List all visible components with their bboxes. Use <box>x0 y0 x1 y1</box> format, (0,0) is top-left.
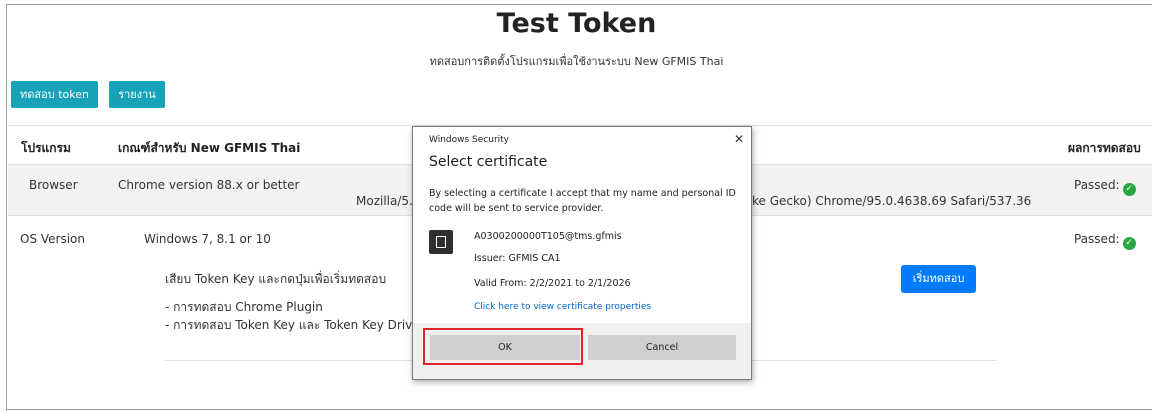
check-circle-icon: ✓ <box>1122 183 1136 196</box>
header-criteria: เกณฑ์สำหรับ New GFMIS Thai <box>118 141 301 155</box>
header-program: โปรแกรม <box>21 141 71 155</box>
dialog-heading: Select certificate <box>429 154 548 170</box>
row-os-result: Passed: ✓ <box>1074 232 1136 250</box>
certificate-icon[interactable] <box>429 230 453 254</box>
result-text: Passed: <box>1074 232 1120 246</box>
row-os-program: OS Version <box>20 232 86 246</box>
test-token-button[interactable]: ทดสอบ token <box>11 81 98 108</box>
page-title: Test Token <box>496 8 657 39</box>
row-browser-program: Browser <box>29 178 78 192</box>
row-browser-result: Passed: ✓ <box>1074 178 1136 196</box>
select-certificate-dialog: Windows Security ✕ Select certificate By… <box>412 126 752 380</box>
list-item: - การทดสอบ Chrome Plugin <box>165 300 323 314</box>
dialog-caption: Windows Security <box>429 135 509 145</box>
certificate-properties-link[interactable]: Click here to view certificate propertie… <box>474 302 651 312</box>
row-browser-useragent-start: Mozilla/5. <box>356 194 413 208</box>
check-circle-icon: ✓ <box>1122 237 1136 250</box>
page-subtitle: ทดสอบการติดตั้งโปรแกรมเพื่อใช้งานระบบ Ne… <box>429 55 724 68</box>
row-browser-useragent-end: ke Gecko) Chrome/95.0.4638.69 Safari/537… <box>752 194 1032 208</box>
row-browser-criteria: Chrome version 88.x or better <box>118 178 300 192</box>
row-os-criteria: Windows 7, 8.1 or 10 <box>144 232 271 246</box>
result-text: Passed: <box>1074 178 1120 192</box>
cancel-button[interactable]: Cancel <box>588 335 736 360</box>
dialog-description: By selecting a certificate I accept that… <box>429 188 736 214</box>
ok-button-highlight <box>423 328 583 365</box>
certificate-name[interactable]: A0300200000T105@tms.gfmis <box>474 231 622 242</box>
report-button[interactable]: รายงาน <box>109 81 165 108</box>
close-icon[interactable]: ✕ <box>734 132 744 146</box>
start-test-button[interactable]: เริ่มทดสอบ <box>901 265 976 293</box>
certificate-issuer: Issuer: GFMIS CA1 <box>474 253 561 264</box>
list-item: - การทดสอบ Token Key และ Token Key Drive… <box>165 318 431 332</box>
token-instruction: เสียบ Token Key และกดปุ่มเพื่อเริ่มทดสอบ <box>165 272 387 286</box>
header-result: ผลการทดสอบ <box>1068 141 1141 155</box>
certificate-validity: Valid From: 2/2/2021 to 2/1/2026 <box>474 278 631 289</box>
